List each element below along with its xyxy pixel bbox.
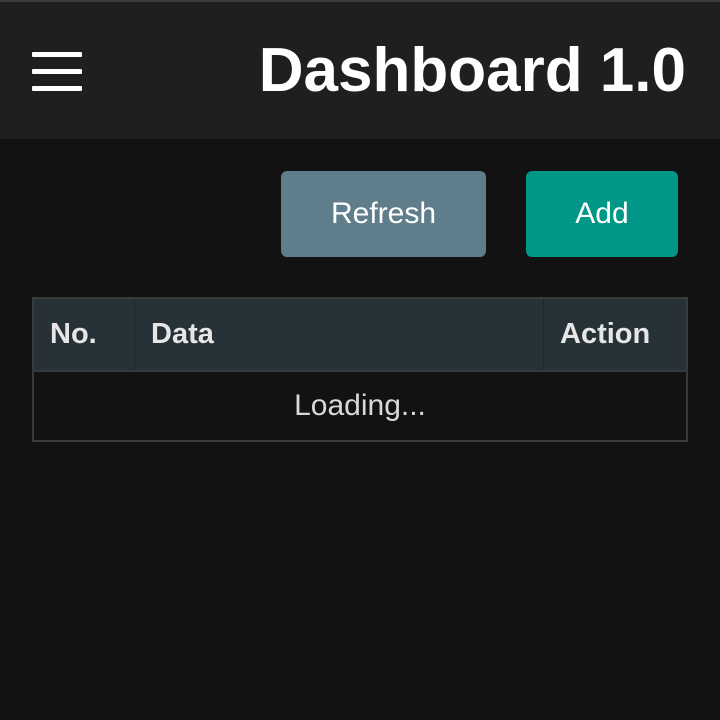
menu-line [32,69,82,74]
page-title: Dashboard 1.0 [258,36,686,105]
table-body: Loading... [34,371,686,440]
column-header-action: Action [560,318,651,350]
refresh-button[interactable]: Refresh [281,171,486,257]
loading-indicator: Loading... [294,389,426,422]
column-header-no: No. [34,299,135,371]
data-table: No. Data Action Loading... [32,297,688,442]
add-button[interactable]: Add [526,171,678,257]
table-header: No. Data Action [34,299,686,371]
top-app-bar: Dashboard 1.0 [0,0,720,139]
menu-line [32,86,82,91]
hamburger-menu-icon[interactable] [32,52,82,92]
table-row: Loading... [34,371,686,440]
menu-line [32,52,82,57]
dashboard-app: Dashboard 1.0 Refresh Add No. Data Actio… [0,0,720,720]
column-header-data: Data [134,299,544,371]
